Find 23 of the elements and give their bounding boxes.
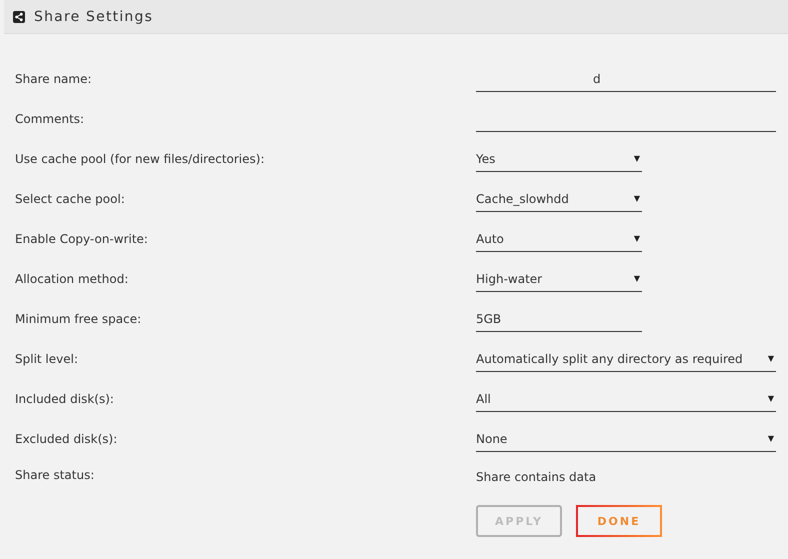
dropdown[interactable]: None ▼ (476, 426, 776, 452)
setting-label: Share name: (15, 72, 93, 86)
dropdown[interactable]: Automatically split any directory as required ▼ (476, 346, 776, 372)
setting-label: Allocation method: (15, 272, 130, 286)
text-field[interactable]: 5GB (476, 306, 642, 332)
dropdown[interactable]: Cache_slowhdd ▼ (476, 186, 642, 212)
setting-label: Comments: (15, 112, 86, 126)
setting-label: Use cache pool (for new files/directories): (15, 152, 266, 166)
dropdown[interactable]: Auto ▼ (476, 226, 642, 252)
setting-label: Share status: (15, 468, 96, 482)
setting-label: Split level: (15, 352, 79, 366)
share-icon (13, 10, 25, 22)
dropdown[interactable]: High-water ▼ (476, 266, 642, 292)
setting-label: Select cache pool: (15, 192, 126, 206)
setting-label: Minimum free space: (15, 312, 142, 326)
panel-title: Share Settings (34, 8, 154, 24)
status-text: Share contains data (476, 470, 596, 484)
dropdown[interactable]: Yes ▼ (476, 146, 642, 172)
text-field[interactable]: d (476, 66, 776, 92)
setting-label: Enable Copy-on-write: (15, 232, 149, 246)
setting-label: Included disk(s): (15, 392, 115, 406)
setting-label: Excluded disk(s): (15, 432, 118, 446)
dropdown[interactable]: All ▼ (476, 386, 776, 412)
